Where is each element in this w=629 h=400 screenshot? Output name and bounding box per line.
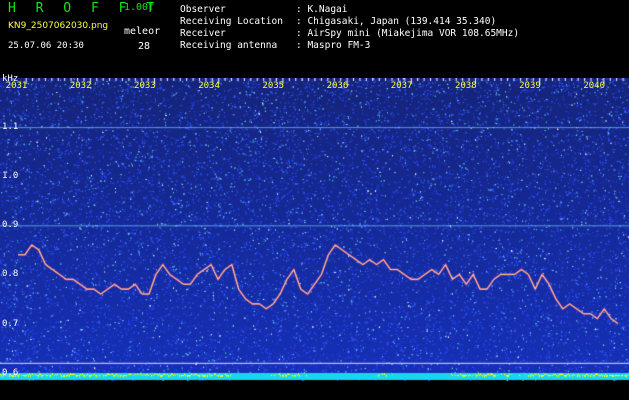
x-tick-label: 2035 <box>262 81 285 91</box>
meteor-count: 28 <box>138 41 151 52</box>
x-tick-label: 2031 <box>5 81 28 91</box>
file-name: KN9_2507062030.png <box>8 21 109 31</box>
x-tick-label: 2032 <box>69 81 92 91</box>
meta-key-location: Receiving Location <box>180 16 283 27</box>
meta-value-location: : Chigasaki, Japan (139.414 35.340) <box>296 16 497 27</box>
y-tick-label: 1.1 <box>2 122 19 133</box>
meta-value-observer: : K.Nagai <box>296 4 348 15</box>
meta-key-antenna: Receiving antenna <box>180 40 278 51</box>
x-tick-label: 2037 <box>390 81 413 91</box>
spectrogram-canvas <box>0 78 629 400</box>
source-label: meleor <box>124 26 161 37</box>
y-tick-label: 0.6 <box>2 367 19 378</box>
x-tick-label: 2038 <box>454 81 477 91</box>
header-panel: H R O F F T 1.00f KN9_2507062030.png 25.… <box>0 0 629 78</box>
x-tick-label: 2040 <box>583 81 605 91</box>
y-tick-label: 0.9 <box>2 220 19 231</box>
x-tick-label: 2039 <box>519 81 541 91</box>
meta-value-receiver: : AirSpy mini (Miakejima VOR 108.65MHz) <box>296 28 520 39</box>
meta-key-observer: Observer <box>180 4 226 15</box>
x-tick-label: 2034 <box>198 81 220 91</box>
x-tick-label: 2033 <box>134 81 156 91</box>
meta-key-receiver: Receiver <box>180 28 226 39</box>
version-label: 1.00f <box>124 2 155 13</box>
x-tick-label: 2036 <box>326 81 349 91</box>
y-tick-label: 0.8 <box>2 269 19 280</box>
y-tick-label: 0.7 <box>2 318 19 329</box>
timestamp: 25.07.06 20:30 <box>8 41 84 51</box>
meta-value-antenna: : Maspro FM-3 <box>296 40 371 51</box>
y-tick-label: 1.0 <box>2 171 19 182</box>
